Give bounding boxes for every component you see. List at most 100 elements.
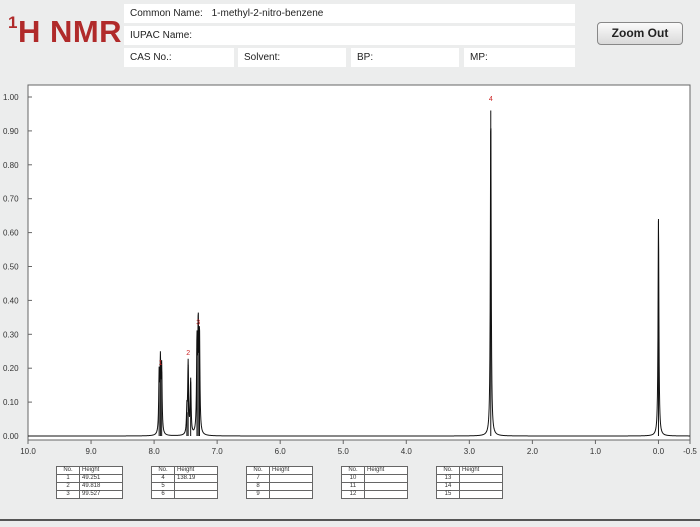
peak-table-header: No. Height (246, 466, 313, 475)
peak-no-cell: 1 (56, 474, 80, 483)
title-superscript: 1 (8, 12, 18, 32)
peak-height-cell (269, 490, 313, 499)
table-row: 11 (341, 482, 408, 491)
peak-number-label: 3 (196, 320, 200, 327)
y-tick-label: 0.70 (3, 195, 19, 204)
x-tick-label: 7.0 (212, 447, 224, 456)
col-height-header: Height (79, 466, 123, 475)
peak-no-cell: 6 (151, 490, 175, 499)
peak-table-header: No. Height (151, 466, 218, 475)
y-tick-label: 1.00 (3, 93, 19, 102)
peak-no-cell: 3 (56, 490, 80, 499)
peak-no-cell: 12 (341, 490, 365, 499)
y-tick-label: 0.80 (3, 161, 19, 170)
title-text: H NMR (17, 14, 123, 49)
col-no-header: No. (436, 466, 460, 475)
x-tick-label: 4.0 (401, 447, 413, 456)
peak-height-cell (459, 490, 503, 499)
peak-number-label: 1 (158, 360, 162, 367)
peak-no-cell: 14 (436, 482, 460, 491)
table-row: 2 49.818 (56, 482, 123, 491)
col-no-header: No. (151, 466, 175, 475)
cas-label: CAS No.: (130, 52, 172, 63)
y-tick-label: 0.60 (3, 229, 19, 238)
peak-table-group: No. Height 7 8 9 (246, 466, 313, 499)
peak-no-cell: 7 (246, 474, 270, 483)
solvent-field: Solvent: (238, 48, 346, 67)
table-row: 4 138.19 (151, 474, 218, 483)
peak-height-cell (364, 474, 408, 483)
peak-height-cell (459, 482, 503, 491)
bottom-divider (0, 519, 700, 521)
x-tick-label: 10.0 (20, 447, 36, 456)
table-row: 15 (436, 490, 503, 499)
peak-number-label: 2 (186, 350, 190, 357)
table-row: 9 (246, 490, 313, 499)
cas-field: CAS No.: (124, 48, 234, 67)
plot-area (27, 84, 691, 441)
mp-field: MP: (464, 48, 575, 67)
bp-field: BP: (351, 48, 459, 67)
y-tick-label: 0.00 (3, 432, 19, 441)
peak-table-group: No. Height 4 138.19 5 6 (151, 466, 218, 499)
col-no-header: No. (246, 466, 270, 475)
peak-height-cell: 138.19 (174, 474, 218, 483)
x-tick-label: 6.0 (275, 447, 287, 456)
peak-table-header: No. Height (341, 466, 408, 475)
peak-height-cell (269, 482, 313, 491)
y-tick-label: 0.90 (3, 127, 19, 136)
y-tick-label: 0.30 (3, 330, 19, 339)
peak-table-header: No. Height (436, 466, 503, 475)
peak-no-cell: 9 (246, 490, 270, 499)
col-height-header: Height (459, 466, 503, 475)
x-tick-label: 8.0 (149, 447, 161, 456)
x-tick-label: 5.0 (338, 447, 350, 456)
peak-height-cell (364, 490, 408, 499)
common-name-label: Common Name: (130, 8, 203, 19)
peak-height-cell: 49.251 (79, 474, 123, 483)
x-tick-label: -0.5 (683, 447, 697, 456)
iupac-name-label: IUPAC Name: (130, 30, 193, 41)
x-tick-label: 3.0 (464, 447, 476, 456)
page-title: 1H NMR (8, 12, 123, 50)
mp-label: MP: (470, 52, 488, 63)
peak-no-cell: 5 (151, 482, 175, 491)
col-no-header: No. (341, 466, 365, 475)
table-row: 7 (246, 474, 313, 483)
peak-no-cell: 15 (436, 490, 460, 499)
common-name-value: 1-methyl-2-nitro-benzene (211, 8, 324, 19)
table-row: 6 (151, 490, 218, 499)
x-tick-label: 9.0 (85, 447, 97, 456)
peak-height-cell (174, 490, 218, 499)
table-row: 1 49.251 (56, 474, 123, 483)
col-no-header: No. (56, 466, 80, 475)
peak-table-group: No. Height 1 49.251 2 49.818 3 99.527 (56, 466, 123, 499)
peak-height-cell (174, 482, 218, 491)
nmr-spectrum-chart[interactable]: 0.00 0.10 0.20 0.30 0.40 0.50 0.60 0.70 0.80 0.90… (0, 78, 700, 472)
x-tick-label: 2.0 (527, 447, 539, 456)
peak-number-label: 4 (489, 96, 493, 103)
peak-no-cell: 11 (341, 482, 365, 491)
peak-table-group: No. Height 13 14 15 (436, 466, 503, 499)
table-row: 10 (341, 474, 408, 483)
y-tick-label: 0.20 (3, 364, 19, 373)
y-tick-label: 0.50 (3, 263, 19, 272)
peak-no-cell: 2 (56, 482, 80, 491)
solvent-label: Solvent: (244, 52, 281, 63)
x-axis: 10.0 9.0 8.0 7.0 6.0 5.0 4.0 3.0 2.0 1.0 0.0 -0.5 (20, 440, 697, 456)
col-height-header: Height (364, 466, 408, 475)
peak-height-cell (269, 474, 313, 483)
peak-no-cell: 10 (341, 474, 365, 483)
peak-height-cell (459, 474, 503, 483)
peak-height-cell: 99.527 (79, 490, 123, 499)
y-tick-label: 0.10 (3, 398, 19, 407)
peak-height-cell: 49.818 (79, 482, 123, 491)
zoom-out-button[interactable]: Zoom Out (597, 22, 683, 45)
x-tick-label: 1.0 (590, 447, 602, 456)
peak-table-header: No. Height (56, 466, 123, 475)
col-height-header: Height (269, 466, 313, 475)
col-height-header: Height (174, 466, 218, 475)
iupac-name-field: IUPAC Name: (124, 26, 575, 45)
peak-no-cell: 13 (436, 474, 460, 483)
table-row: 13 (436, 474, 503, 483)
